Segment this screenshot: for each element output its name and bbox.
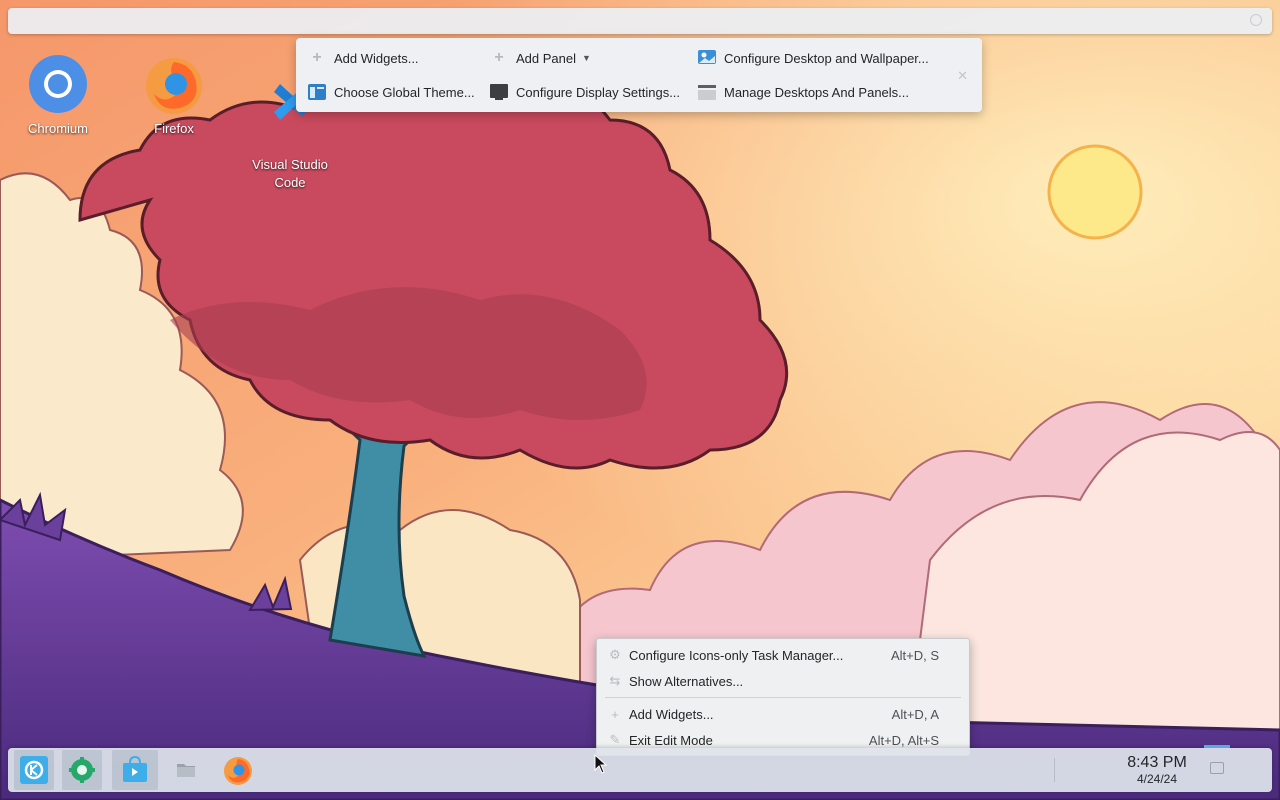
menu-item-label: Exit Edit Mode xyxy=(629,732,713,748)
configure-desktop-label: Configure Desktop and Wallpaper... xyxy=(724,50,929,66)
plus-icon: + xyxy=(611,706,619,722)
desktop-edit-toolbox: + Add Widgets... + Add Panel ▼ Configure… xyxy=(296,38,982,112)
manage-desktops-icon xyxy=(696,81,718,103)
desktop-icon-label: Firefox xyxy=(154,121,194,136)
plus-icon: + xyxy=(312,49,322,66)
show-desktop-icon[interactable] xyxy=(1210,762,1224,774)
desktop-icon-firefox[interactable]: Firefox xyxy=(124,52,224,138)
menu-item-add-widgets[interactable]: + Add Widgets... Alt+D, A xyxy=(597,701,969,727)
plus-icon: + xyxy=(494,49,504,66)
firefox-icon xyxy=(224,757,252,785)
kde-launcher-icon xyxy=(20,756,48,784)
choose-global-theme-button[interactable]: Choose Global Theme... xyxy=(306,79,475,105)
menu-separator xyxy=(605,697,961,698)
clock-date[interactable]: 4/24/24 xyxy=(1112,772,1202,786)
task-firefox[interactable] xyxy=(218,750,258,790)
mouse-cursor-icon xyxy=(594,754,608,774)
desktop-icon-label: Visual Studio Code xyxy=(252,157,328,190)
display-icon xyxy=(488,81,510,103)
task-discover-store[interactable] xyxy=(112,750,158,790)
menu-item-label: Add Widgets... xyxy=(629,706,714,722)
manage-desktops-label: Manage Desktops And Panels... xyxy=(724,84,910,100)
chromium-icon xyxy=(29,55,87,113)
menu-item-label: Configure Icons-only Task Manager... xyxy=(629,647,844,663)
configure-icon: ⚙ xyxy=(609,647,621,662)
add-widgets-label: Add Widgets... xyxy=(334,50,419,66)
task-dolphin-files[interactable] xyxy=(166,750,206,790)
dolphin-files-icon xyxy=(177,764,195,777)
menu-item-shortcut: Alt+D, Alt+S xyxy=(868,732,939,748)
add-panel-button[interactable]: + Add Panel ▼ xyxy=(488,45,591,71)
chevron-down-icon: ▼ xyxy=(582,53,591,63)
wallpaper-icon xyxy=(696,47,718,69)
task-kde-launcher[interactable] xyxy=(14,750,54,790)
menu-item-configure-task-manager[interactable]: ⚙ Configure Icons-only Task Manager... A… xyxy=(597,642,969,668)
task-discover-settings[interactable] xyxy=(62,750,102,790)
panel-separator xyxy=(1054,758,1055,782)
choose-global-theme-label: Choose Global Theme... xyxy=(334,84,475,100)
discover-settings-icon xyxy=(69,757,95,783)
configure-display-label: Configure Display Settings... xyxy=(516,84,681,100)
discover-store-icon xyxy=(123,755,147,782)
desktop-icon-label: Chromium xyxy=(28,121,88,136)
pencil-icon: ✎ xyxy=(609,732,621,747)
menu-item-shortcut: Alt+D, A xyxy=(891,706,939,722)
alternatives-icon: ⇆ xyxy=(609,673,621,688)
edit-mode-top-bar xyxy=(8,8,1272,34)
panel-edit-indicator xyxy=(1204,745,1230,748)
manage-desktops-button[interactable]: Manage Desktops And Panels... xyxy=(696,79,909,105)
global-theme-icon xyxy=(306,81,328,103)
configure-display-button[interactable]: Configure Display Settings... xyxy=(488,79,680,105)
add-widgets-button[interactable]: + Add Widgets... xyxy=(306,45,419,71)
configure-desktop-button[interactable]: Configure Desktop and Wallpaper... xyxy=(696,45,929,71)
firefox-icon xyxy=(146,58,202,114)
bar-handle-icon[interactable] xyxy=(1250,14,1262,26)
close-icon[interactable]: ✕ xyxy=(957,68,968,84)
menu-item-show-alternatives[interactable]: ⇆ Show Alternatives... xyxy=(597,668,969,694)
menu-item-shortcut: Alt+D, S xyxy=(890,647,939,663)
add-panel-label: Add Panel xyxy=(516,50,576,66)
bottom-panel: 8:43 PM 4/24/24 xyxy=(8,745,1272,792)
menu-item-label: Show Alternatives... xyxy=(629,673,744,689)
clock-time[interactable]: 8:43 PM xyxy=(1112,754,1202,772)
task-manager-context-menu: ⚙ Configure Icons-only Task Manager... A… xyxy=(596,638,970,756)
desktop-icon-chromium[interactable]: Chromium xyxy=(8,52,108,138)
